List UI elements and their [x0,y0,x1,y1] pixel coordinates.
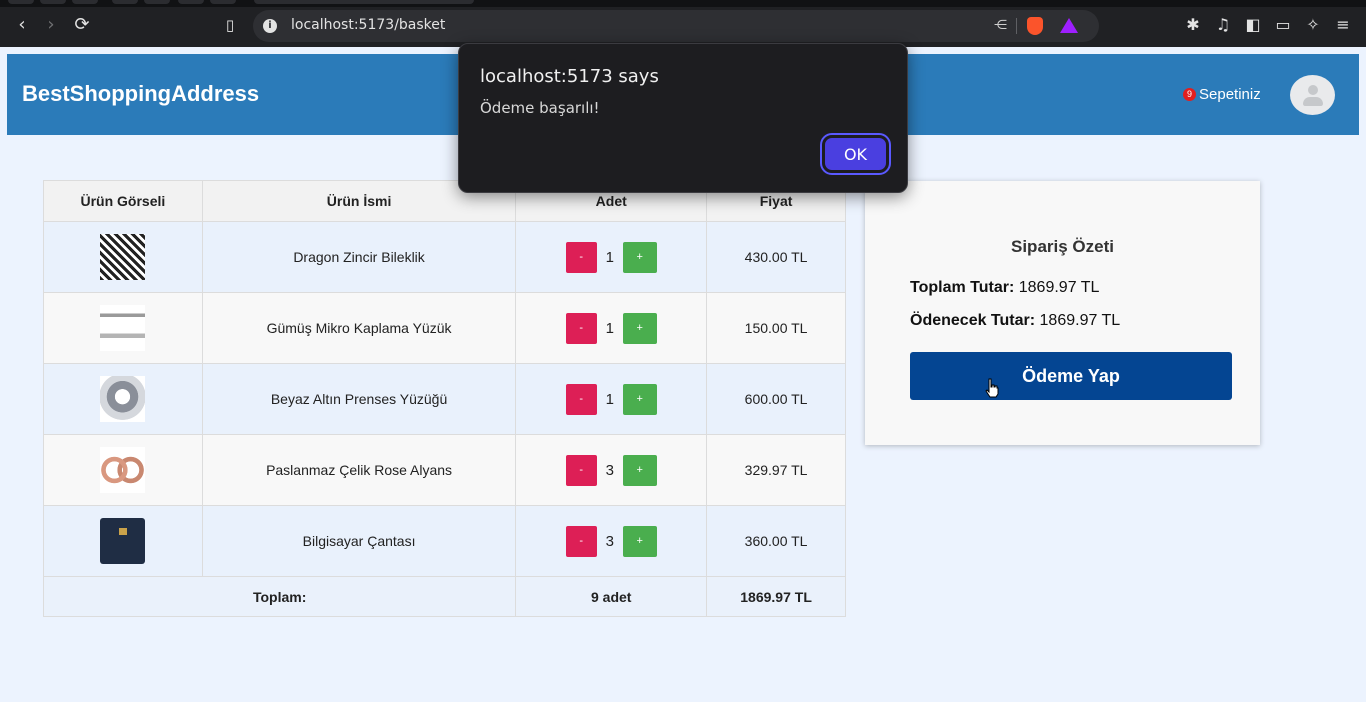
sidebar-icon[interactable]: ◧ [1243,15,1263,35]
decrease-qty-button[interactable]: - [565,383,597,415]
dialog-title: localhost:5173 says [480,66,659,87]
product-image-cell [43,221,203,293]
increase-qty-button[interactable]: + [622,454,657,486]
total-amount-label: Toplam Tutar: [910,279,1015,296]
total-amount-value: 1869.97 TL [1018,279,1100,296]
table-row: Beyaz Altın Prenses Yüzüğü - 1 + 600.00 … [43,363,846,435]
product-image [100,234,146,280]
cart-link[interactable]: 9 Sepetiniz [1183,86,1261,103]
summary-title: Sipariş Özeti [1011,237,1114,256]
header-image: Ürün Görseli [43,180,203,222]
avatar-head [1308,85,1318,95]
qty-cell: - 1 + [515,221,708,293]
forward-icon[interactable]: › [40,14,62,36]
total-label: Toplam: [42,576,517,617]
product-name: Paslanmaz Çelik Rose Alyans [201,434,517,506]
tab[interactable] [40,0,66,4]
decrease-qty-button[interactable]: - [565,454,597,486]
ok-button[interactable]: OK [820,133,891,175]
tab[interactable] [72,0,98,4]
total-row: Toplam: 9 adet 1869.97 TL [42,576,846,617]
qty-cell: - 1 + [515,292,708,364]
tab[interactable] [178,0,204,4]
table-row: Gümüş Mikro Kaplama Yüzük - 1 + 150.00 T… [43,292,846,364]
product-name: Beyaz Altın Prenses Yüzüğü [201,363,517,435]
increase-qty-button[interactable]: + [622,312,657,344]
menu-icon[interactable]: ≡ [1333,15,1353,35]
product-image-cell [43,505,203,577]
tab[interactable] [112,0,138,4]
tab[interactable] [8,0,34,4]
qty-value: 3 [605,461,614,479]
product-price: 360.00 TL [706,505,846,577]
tab[interactable] [210,0,236,4]
browser-toolbar: ‹ › ⟳ ▯ i localhost:5173/basket ⋲ ✱ ♫ ◧ … [0,0,1366,47]
qty-value: 1 [605,248,614,266]
decrease-qty-button[interactable]: - [565,525,597,557]
brave-rewards-icon[interactable] [1060,18,1078,33]
total-amount-line: Toplam Tutar: 1869.97 TL [910,279,1099,297]
avatar-body [1303,97,1323,106]
product-image [100,376,146,422]
product-price: 329.97 TL [706,434,846,506]
qty-cell: - 3 + [515,434,708,506]
order-summary-card: Sipariş Özeti Toplam Tutar: 1869.97 TL Ö… [865,181,1260,445]
qty-value: 3 [605,532,614,550]
product-image-cell [43,292,203,364]
wallet-icon[interactable]: ▭ [1273,15,1293,35]
alert-dialog: localhost:5173 says Ödeme başarılı! OK [458,43,908,193]
total-price: 1869.97 TL [706,576,846,617]
tab[interactable] [144,0,170,4]
product-image-cell [43,434,203,506]
address-bar[interactable]: i localhost:5173/basket ⋲ [253,10,1099,42]
payable-amount-value: 1869.97 TL [1039,312,1121,329]
divider [1016,18,1017,34]
decrease-qty-button[interactable]: - [565,241,597,273]
qty-value: 1 [605,319,614,337]
reload-icon[interactable]: ⟳ [71,14,93,36]
leo-ai-icon[interactable]: ✧ [1303,15,1323,35]
hand-cursor-icon [985,378,999,398]
share-icon[interactable]: ⋲ [994,18,1007,33]
product-price: 150.00 TL [706,292,846,364]
qty-cell: - 1 + [515,363,708,435]
total-qty: 9 adet [515,576,708,617]
tab-strip [0,0,1366,7]
product-image [100,305,146,351]
qty-value: 1 [605,390,614,408]
payable-amount-line: Ödenecek Tutar: 1869.97 TL [910,312,1120,330]
cart-count-badge: 9 [1183,88,1196,101]
basket-table: Ürün Görseli Ürün İsmi Adet Fiyat Dragon… [42,180,846,617]
brave-shields-icon[interactable] [1027,17,1043,35]
media-icon[interactable]: ♫ [1213,15,1233,35]
back-icon[interactable]: ‹ [11,14,33,36]
product-image-cell [43,363,203,435]
user-avatar[interactable] [1290,75,1335,115]
product-name: Bilgisayar Çantası [201,505,517,577]
tab-active[interactable] [254,0,474,4]
product-price: 600.00 TL [706,363,846,435]
extensions-icon[interactable]: ✱ [1183,15,1203,35]
dialog-message: Ödeme başarılı! [480,99,600,117]
decrease-qty-button[interactable]: - [565,312,597,344]
bookmark-icon[interactable]: ▯ [219,14,241,36]
pay-button[interactable]: Ödeme Yap [910,352,1232,400]
increase-qty-button[interactable]: + [622,241,657,273]
table-row: Paslanmaz Çelik Rose Alyans - 3 + 329.97… [43,434,846,506]
table-row: Dragon Zincir Bileklik - 1 + 430.00 TL [43,221,846,293]
payable-amount-label: Ödenecek Tutar: [910,312,1036,329]
increase-qty-button[interactable]: + [622,525,657,557]
product-image [100,518,146,564]
qty-cell: - 3 + [515,505,708,577]
product-image [100,447,146,493]
product-name: Gümüş Mikro Kaplama Yüzük [201,292,517,364]
product-price: 430.00 TL [706,221,846,293]
product-name: Dragon Zincir Bileklik [201,221,517,293]
table-row: Bilgisayar Çantası - 3 + 360.00 TL [43,505,846,577]
increase-qty-button[interactable]: + [622,383,657,415]
brand-logo[interactable]: BestShoppingAddress [22,81,259,107]
site-info-icon[interactable]: i [263,19,277,33]
url-text[interactable]: localhost:5173/basket [291,17,445,33]
cart-label: Sepetiniz [1199,86,1261,103]
